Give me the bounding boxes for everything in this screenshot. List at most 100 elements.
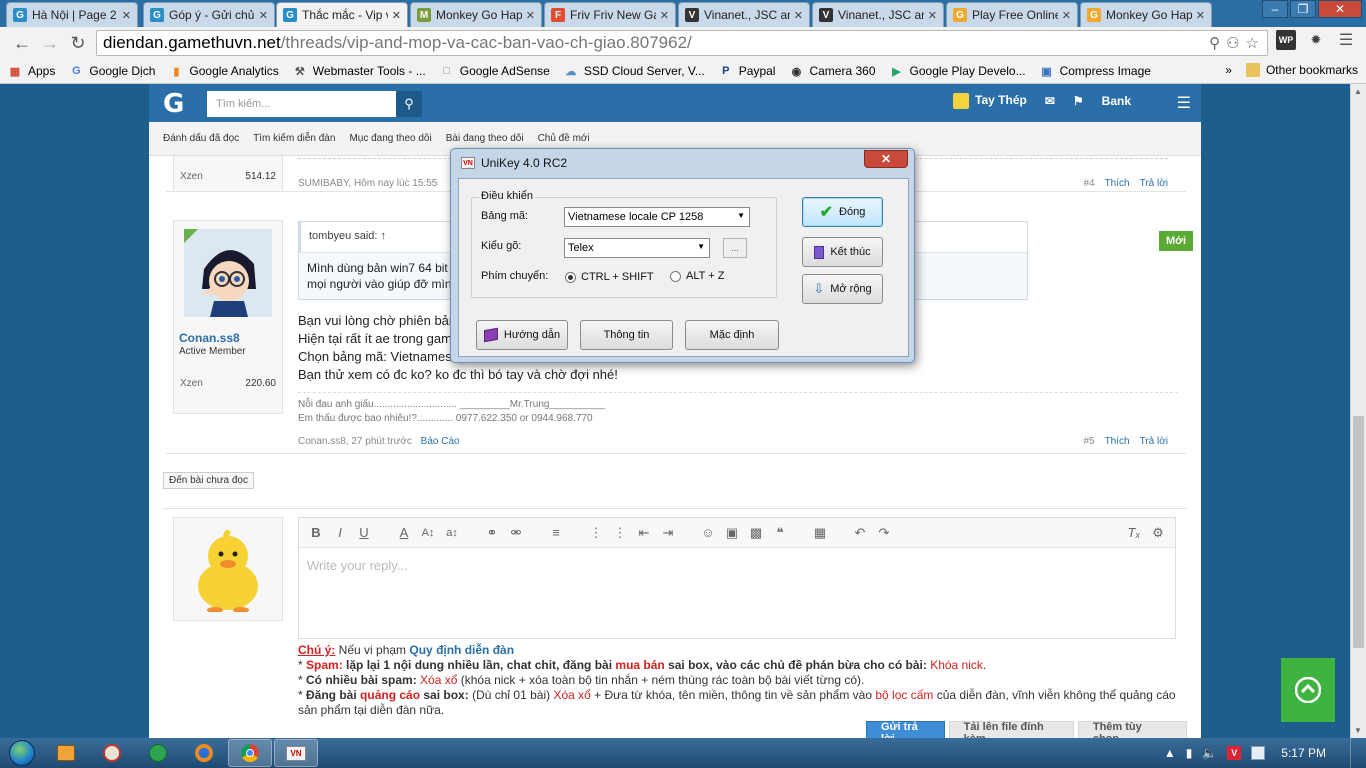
window-close-button[interactable]: ✕ [1318,0,1362,18]
avatar[interactable] [173,517,283,621]
unread-posts-button[interactable]: Đến bài chưa đọc [163,472,254,489]
language-icon[interactable] [1251,746,1266,760]
bookmark-item[interactable]: □ Google AdSense [440,64,549,78]
redo-icon[interactable]: ↷ [877,525,891,541]
toggle-bbcode-icon[interactable]: ⚙ [1151,525,1165,541]
bookmark-item[interactable]: G Google Dịch [69,64,155,78]
page-scrollbar[interactable]: ▲ ▼ [1350,84,1366,738]
subnav-link[interactable]: Tìm kiếm diễn đàn [253,133,335,144]
bookmark-item[interactable]: ⚒ Webmaster Tools - ... [293,64,426,78]
help-button[interactable]: Hướng dẫn [476,320,568,350]
browser-tab[interactable]: G Hà Nội | Page 2 ✕ [6,2,138,27]
extension-icon[interactable]: ⚇ [1226,34,1239,52]
default-button[interactable]: Mặc định [685,320,779,350]
remove-format-icon[interactable]: Tₓ [1127,525,1141,540]
post-username[interactable]: Conan.ss8 [179,331,240,345]
bug-extension-icon[interactable]: ✹ [1306,30,1326,50]
switch-ctrl-shift-radio[interactable]: CTRL + SHIFT [565,271,654,283]
chrome-menu-icon[interactable]: ☰ [1336,30,1356,50]
bookmark-item[interactable]: ☁ SSD Cloud Server, V... [564,64,704,78]
save-draft-icon[interactable]: ▦ [813,525,827,541]
tab-close-icon[interactable]: ✕ [660,9,669,22]
bank-link[interactable]: Bank [1102,94,1131,108]
upload-attachment-button[interactable]: Tải lên file đính kèm [948,721,1074,738]
font-color-icon[interactable]: A [397,525,411,540]
like-link[interactable]: Thích [1105,436,1130,447]
subnav-link[interactable]: Bài đang theo dõi [446,133,524,144]
hamburger-menu-icon[interactable]: ☰ [1177,93,1191,113]
bookmark-item[interactable]: ▶ Google Play Develo... [890,64,1025,78]
messages-icon[interactable]: ✉ [1045,94,1055,108]
switch-alt-z-radio[interactable]: ALT + Z [670,270,724,282]
browser-tab[interactable]: V Vinanet., JSC and ✕ [812,2,944,27]
chrome-icon[interactable] [228,739,272,767]
bookmark-item[interactable]: ▣ Compress Image [1040,64,1151,78]
font-family-icon[interactable]: a↕ [445,527,459,539]
exit-button[interactable]: Kết thúc [802,237,883,267]
show-desktop-button[interactable] [1350,738,1360,768]
forward-button[interactable]: → [36,29,64,57]
subnav-link[interactable]: Mục đang theo dõi [349,133,431,144]
indent-icon[interactable]: ⇥ [661,525,675,541]
browser-tab[interactable]: G Thắc mắc - Vip và mọp ✕ [276,2,408,27]
align-icon[interactable]: ≡ [549,525,563,540]
rules-link[interactable]: Quy định diễn đàn [409,643,514,657]
bookmark-star-icon[interactable]: ☆ [1246,34,1259,52]
tab-close-icon[interactable]: ✕ [259,9,268,22]
scrollbar-thumb[interactable] [1353,416,1364,648]
tab-close-icon[interactable]: ✕ [392,9,401,22]
user-menu[interactable]: Tay Thép [953,93,1027,109]
browser-tab[interactable]: F Friv Friv New Games ✕ [544,2,676,27]
bookmark-item[interactable]: ◉ Camera 360 [789,64,876,78]
charset-select[interactable]: Vietnamese locale CP 1258 ▼ [564,207,750,227]
minimize-button[interactable]: – [1262,0,1288,18]
input-method-select[interactable]: Telex ▼ [564,238,710,258]
browser-tab[interactable]: V Vinanet., JSC and ✕ [678,2,810,27]
scroll-up-arrow-icon[interactable]: ▲ [1354,87,1362,96]
more-options-button[interactable]: Thêm tùy chọn... [1077,721,1187,738]
media-icon[interactable]: ▩ [749,525,763,541]
browser-tab[interactable]: G Góp ý - Gửi chủ đề ✕ [143,2,275,27]
tray-expand-icon[interactable]: ▲ [1164,746,1176,760]
start-button[interactable] [0,738,44,768]
tab-close-icon[interactable]: ✕ [1062,9,1071,22]
post-meta[interactable]: SUMIBABY, Hôm nay lúc 15:55 [298,178,437,189]
network-icon[interactable]: ▮ [1186,746,1193,760]
unikey-tray-icon[interactable]: V [1227,746,1242,760]
bookmark-item[interactable]: ▦ Apps [8,64,56,78]
zoom-icon[interactable]: ⚲ [1209,34,1220,52]
browser-tab[interactable]: G Play Free Online ✕ [946,2,1078,27]
underline-icon[interactable]: U [357,525,371,540]
bookmarks-overflow-button[interactable]: » [1225,63,1232,77]
bold-icon[interactable]: B [309,525,323,540]
new-badge[interactable]: Mới [1159,231,1193,251]
reply-link[interactable]: Trả lời [1140,436,1168,447]
user-avatar[interactable] [184,229,272,317]
browser-tab[interactable]: G Monkey Go Happy ✕ [1080,2,1212,27]
address-bar[interactable]: diendan.gamethuvn.net/threads/vip-and-mo… [96,30,1268,56]
undo-icon[interactable]: ↶ [853,525,867,541]
expand-button[interactable]: ⇩ Mở rộng [802,274,883,304]
taskbar-clock[interactable]: 5:17 PM [1281,746,1326,760]
reply-link[interactable]: Trả lời [1140,178,1168,189]
close-dialog-button[interactable]: ✔ Đóng [802,197,883,227]
volume-icon[interactable]: 🔈 [1202,746,1217,760]
outdent-icon[interactable]: ⇤ [637,525,651,541]
like-link[interactable]: Thích [1105,178,1130,189]
input-method-options-button[interactable]: ... [723,238,747,258]
tab-close-icon[interactable]: ✕ [1196,9,1205,22]
bookmark-item[interactable]: P Paypal [719,64,775,78]
info-button[interactable]: Thông tin [580,320,673,350]
forum-logo[interactable]: G [163,89,184,119]
browser-tab[interactable]: M Monkey Go Happy ✕ [410,2,542,27]
unlink-icon[interactable]: ⚮ [509,525,523,541]
report-link[interactable]: Báo Cáo [421,436,460,447]
dialog-close-button[interactable]: ✕ [864,150,908,168]
subnav-link[interactable]: Đánh dấu đã đọc [163,133,239,144]
smiley-icon[interactable]: ☺ [701,525,715,540]
unikey-taskbar-icon[interactable]: VN [274,739,318,767]
forum-search-input[interactable]: Tìm kiếm... [207,91,396,117]
media-player-icon[interactable] [44,739,88,767]
image-icon[interactable]: ▣ [725,525,739,541]
tab-close-icon[interactable]: ✕ [122,9,131,22]
